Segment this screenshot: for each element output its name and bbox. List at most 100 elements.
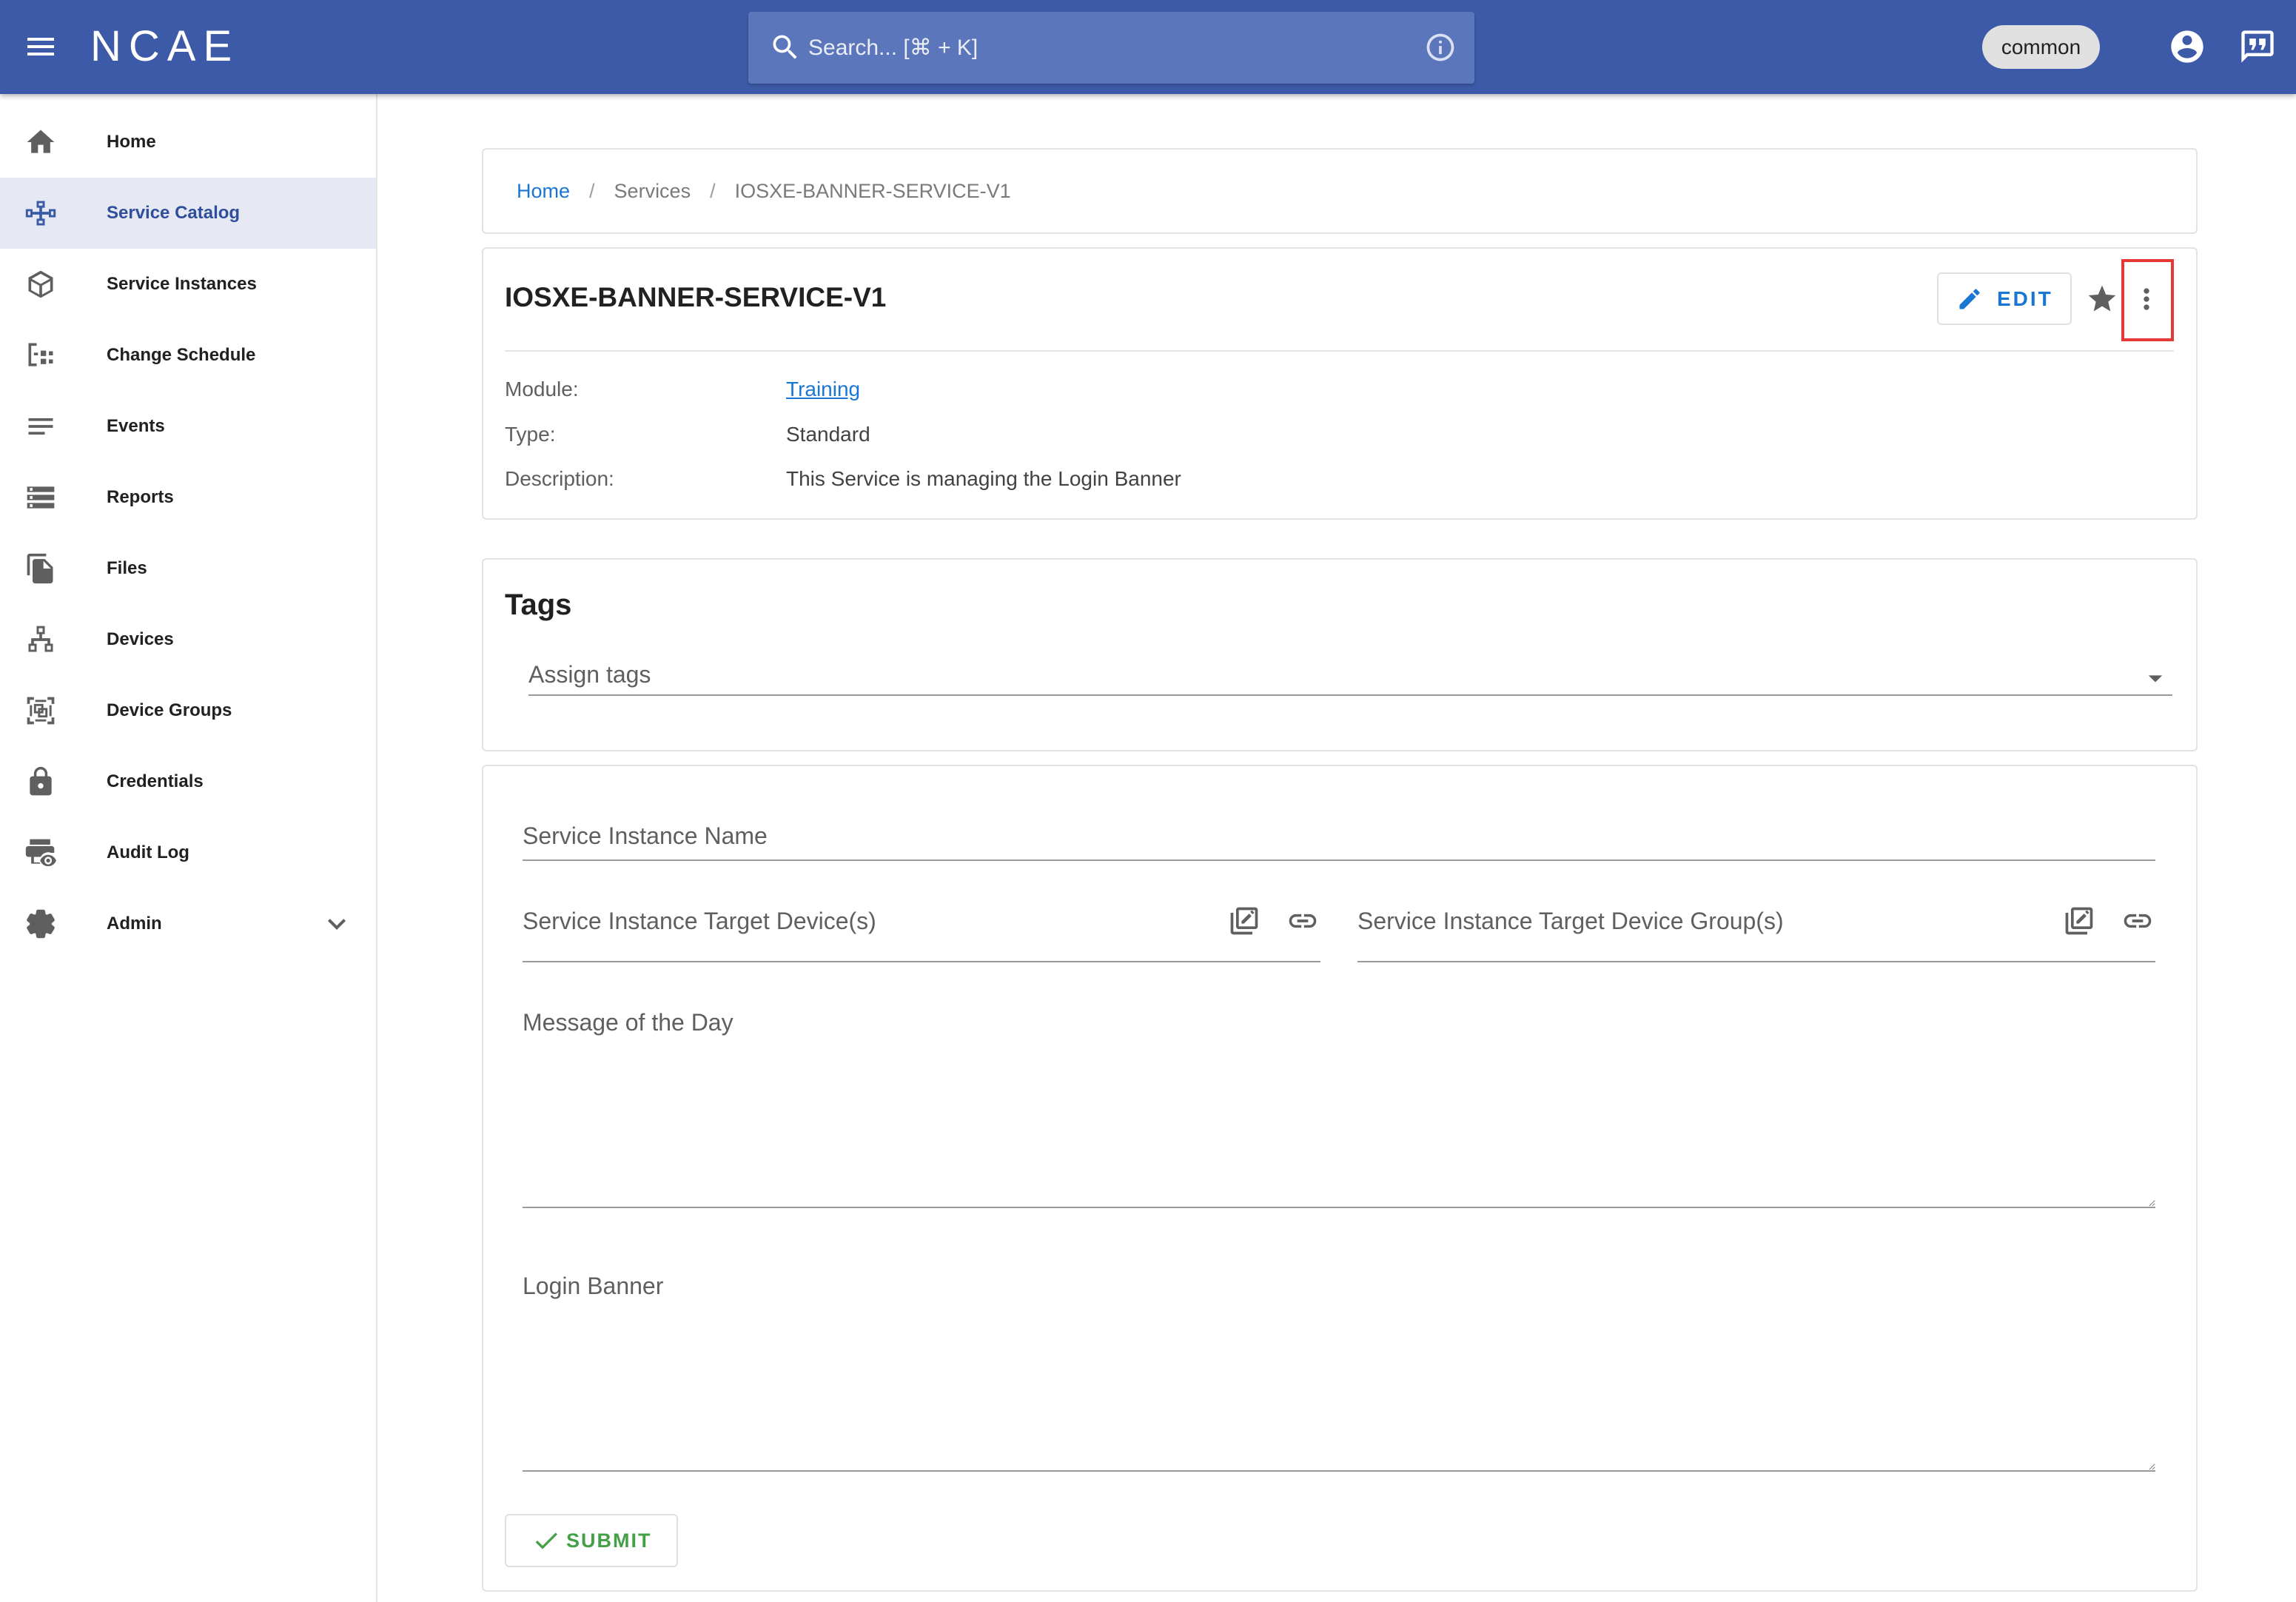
target-device-groups-field[interactable]: Service Instance Target Device Group(s) — [1357, 892, 2155, 962]
cube-icon — [28, 270, 53, 298]
target-devices-link-button[interactable] — [1286, 905, 1319, 937]
tags-card: Tags Assign tags — [482, 558, 2198, 751]
check-icon — [535, 1532, 557, 1549]
menu-button[interactable] — [23, 29, 58, 64]
target-devices-field[interactable]: Service Instance Target Device(s) — [523, 892, 1320, 962]
breadcrumb-card: Home / Services / IOSXE-BANNER-SERVICE-V1 — [482, 148, 2198, 234]
select-list-icon — [2065, 907, 2093, 935]
description-row: Description: This Service is managing th… — [505, 464, 2133, 494]
tags-title: Tags — [505, 589, 572, 621]
service-instance-form: Service Instance Name Service Instance T… — [482, 765, 2198, 1592]
sidebar-item-devices[interactable]: Devices — [0, 604, 376, 675]
service-instance-name-input[interactable] — [523, 814, 2155, 859]
sidebar-item-label: Admin — [107, 914, 162, 934]
workspace-chip[interactable]: common — [1982, 25, 2100, 69]
description-label: Description: — [505, 467, 614, 490]
select-list-icon — [1230, 907, 1258, 935]
sidebar-item-home[interactable]: Home — [0, 107, 376, 178]
account-button[interactable] — [2168, 27, 2206, 66]
sidebar-item-label: Change Schedule — [107, 345, 256, 365]
device-groups-icon — [27, 697, 55, 725]
network-devices-icon — [28, 626, 53, 652]
type-row: Type: Standard — [505, 420, 2133, 449]
top-app-bar: NCAE common — [0, 0, 2296, 94]
target-devices-picker-button[interactable] — [1228, 905, 1261, 937]
feedback-icon — [2241, 30, 2274, 63]
sidebar-item-events[interactable]: Events — [0, 391, 376, 462]
highlight-box — [2121, 259, 2174, 341]
target-device-groups-label: Service Instance Target Device Group(s) — [1357, 908, 1784, 934]
sidebar-item-change-schedule[interactable]: Change Schedule — [0, 320, 376, 391]
service-instance-name-field[interactable]: Service Instance Name — [523, 814, 2155, 861]
chevron-down-icon[interactable] — [319, 906, 355, 942]
sidebar-item-device-groups[interactable]: Device Groups — [0, 675, 376, 746]
files-icon — [27, 553, 53, 584]
events-list-icon — [28, 418, 53, 435]
audit-log-icon — [25, 839, 56, 867]
sidebar-item-admin[interactable]: Admin — [0, 888, 376, 959]
module-label: Module: — [505, 378, 579, 400]
divider — [505, 350, 2174, 352]
sidebar-item-files[interactable]: Files — [0, 533, 376, 604]
message-of-the-day-textarea[interactable] — [523, 996, 2155, 1208]
sidebar: Home Service Catalog Service Instances C… — [0, 94, 377, 1602]
submit-button[interactable]: SUBMIT — [505, 1514, 678, 1567]
menu-icon — [27, 38, 54, 56]
sidebar-item-reports[interactable]: Reports — [0, 462, 376, 533]
type-label: Type: — [505, 423, 556, 446]
sidebar-item-label: Device Groups — [107, 700, 232, 720]
sidebar-item-audit-log[interactable]: Audit Log — [0, 817, 376, 888]
assign-tags-placeholder: Assign tags — [528, 661, 651, 688]
submit-button-label: SUBMIT — [566, 1529, 652, 1552]
info-icon[interactable] — [1424, 31, 1457, 64]
sidebar-item-label: Reports — [107, 487, 174, 507]
edit-button-label: EDIT — [1997, 287, 2053, 310]
service-catalog-icon — [25, 201, 56, 226]
type-value: Standard — [786, 423, 870, 446]
feedback-button[interactable] — [2238, 27, 2277, 66]
sidebar-item-label: Credentials — [107, 771, 204, 791]
service-detail-card: IOSXE-BANNER-SERVICE-V1 EDIT Module: Tra… — [482, 247, 2198, 520]
dropdown-arrow-icon — [2148, 675, 2163, 683]
breadcrumb-separator: / — [589, 180, 595, 202]
target-device-groups-picker-button[interactable] — [2063, 905, 2095, 937]
assign-tags-select[interactable]: Assign tags — [528, 651, 2172, 696]
app-logo[interactable]: NCAE — [90, 22, 239, 71]
search-box[interactable] — [748, 12, 1474, 84]
sidebar-item-label: Home — [107, 132, 156, 152]
login-banner-textarea[interactable] — [523, 1259, 2155, 1472]
sidebar-item-label: Events — [107, 416, 165, 436]
link-icon — [1289, 914, 1317, 928]
breadcrumb-services-link[interactable]: Services — [614, 180, 691, 202]
schedule-tree-icon — [28, 343, 53, 366]
home-icon — [27, 130, 55, 153]
breadcrumb-home-link[interactable]: Home — [517, 180, 570, 202]
module-row: Module: Training — [505, 375, 2133, 404]
description-value: This Service is managing the Login Banne… — [786, 467, 1181, 490]
target-devices-label: Service Instance Target Device(s) — [523, 908, 876, 934]
sidebar-item-label: Service Instances — [107, 274, 257, 294]
target-device-groups-link-button[interactable] — [2121, 905, 2154, 937]
favorite-button[interactable] — [2086, 283, 2118, 315]
edit-button[interactable]: EDIT — [1937, 272, 2072, 325]
account-circle-icon — [2171, 30, 2203, 63]
sidebar-item-service-catalog[interactable]: Service Catalog — [0, 178, 376, 249]
sidebar-item-credentials[interactable]: Credentials — [0, 746, 376, 817]
module-link[interactable]: Training — [786, 375, 860, 404]
sidebar-item-label: Audit Log — [107, 842, 189, 862]
gear-icon — [27, 909, 55, 939]
sidebar-item-label: Service Catalog — [107, 203, 241, 223]
breadcrumb-current: IOSXE-BANNER-SERVICE-V1 — [734, 180, 1011, 202]
sidebar-item-service-instances[interactable]: Service Instances — [0, 249, 376, 320]
star-icon — [2088, 285, 2116, 312]
pencil-icon — [1959, 289, 1980, 309]
sidebar-item-label: Files — [107, 558, 147, 578]
search-icon — [773, 35, 797, 59]
page-title: IOSXE-BANNER-SERVICE-V1 — [505, 282, 887, 312]
link-icon — [2124, 914, 2152, 928]
search-input[interactable] — [807, 12, 1414, 84]
breadcrumb-separator: / — [710, 180, 716, 202]
sidebar-item-label: Devices — [107, 629, 174, 649]
breadcrumb: Home / Services / IOSXE-BANNER-SERVICE-V1 — [517, 150, 1011, 232]
reports-icon — [27, 486, 55, 509]
